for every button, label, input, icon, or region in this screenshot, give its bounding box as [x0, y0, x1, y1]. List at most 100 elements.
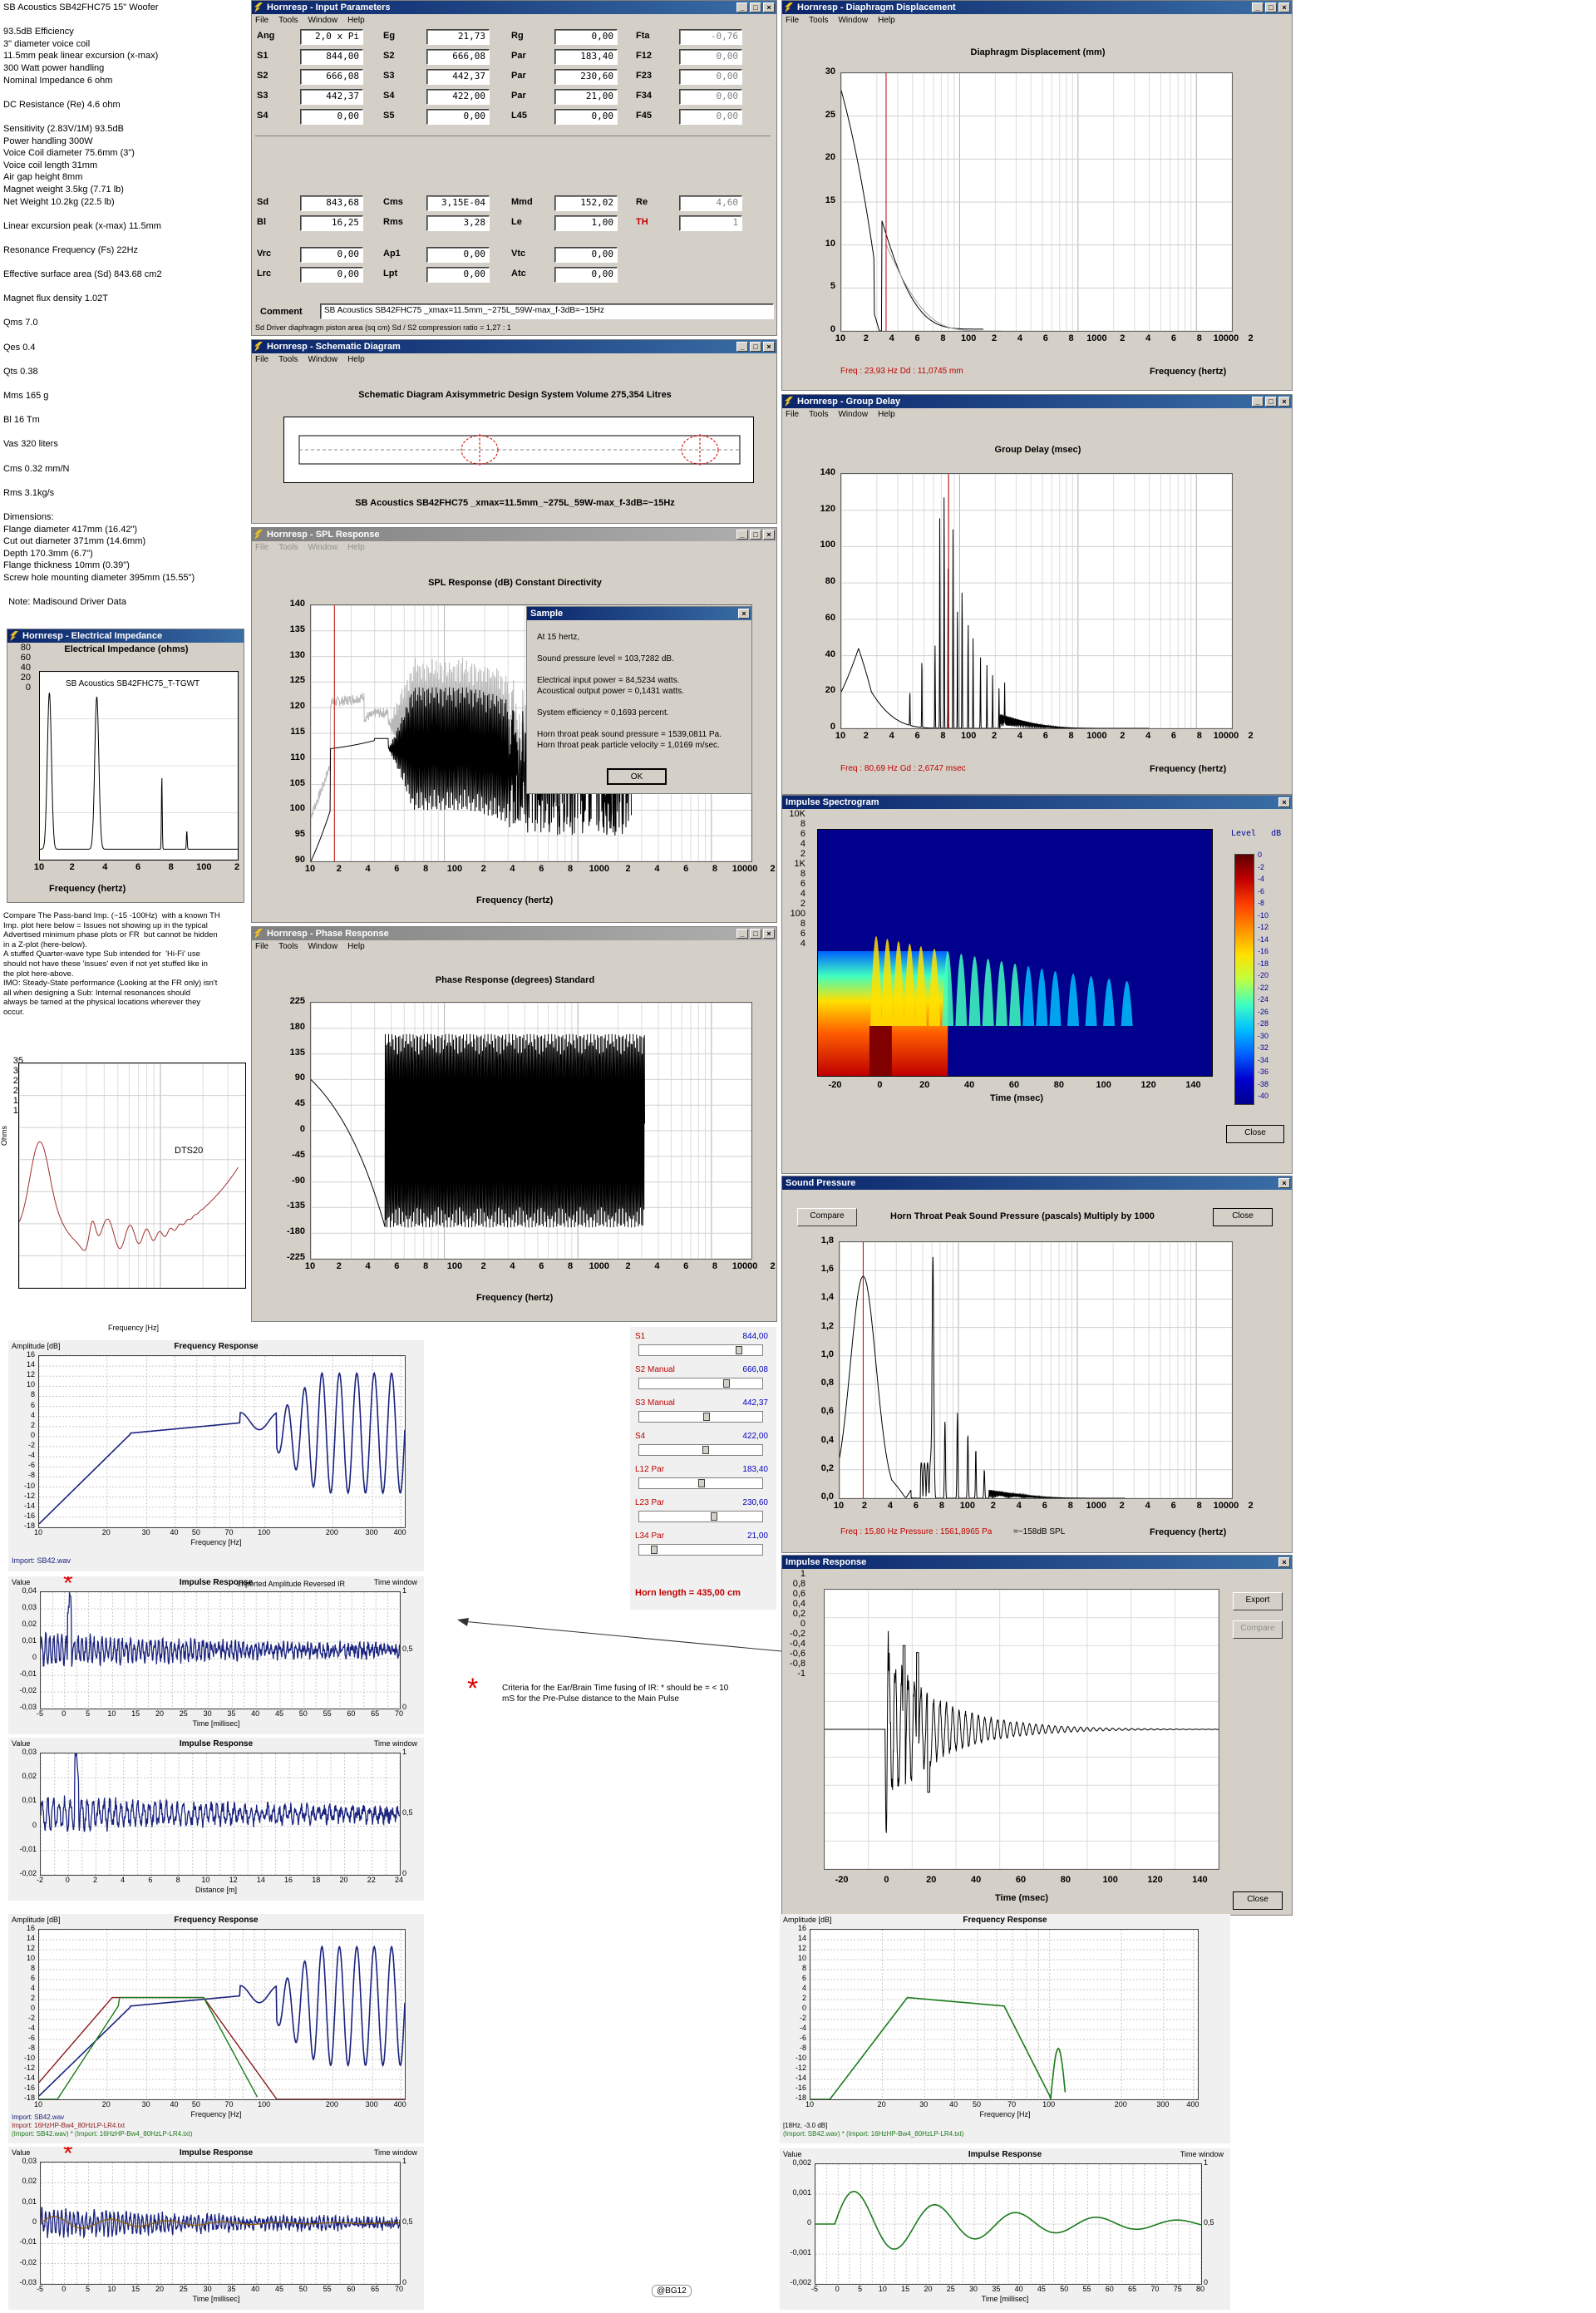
param-field-s4[interactable]: 0,00 [300, 109, 363, 125]
param-field-s1[interactable]: 844,00 [300, 49, 363, 65]
param-field-par[interactable]: 21,00 [554, 89, 618, 105]
maximize-button[interactable]: □ [1265, 397, 1277, 407]
maximize-button[interactable]: □ [750, 342, 761, 352]
slider-thumb[interactable] [651, 1546, 658, 1554]
window-title-bar[interactable]: Hornresp - Group Delay _ □ × [782, 395, 1292, 408]
menu-file[interactable]: File [786, 408, 799, 422]
menu-help[interactable]: Help [878, 408, 895, 422]
menu-tools[interactable]: Tools [809, 408, 828, 422]
diaphragm-displacement-window[interactable]: Hornresp - Diaphragm Displacement _ □ × Fi… [781, 0, 1293, 391]
slider-thumb[interactable] [736, 1346, 742, 1354]
menu-help[interactable]: Help [347, 541, 365, 555]
slider-track[interactable] [638, 1444, 763, 1456]
spl-response-window[interactable]: Hornresp - SPL Response _ □ × File Tools Win… [251, 527, 777, 923]
param-field-lpt[interactable]: 0,00 [426, 267, 490, 283]
slider-track[interactable] [638, 1544, 763, 1556]
menu-tools[interactable]: Tools [278, 541, 298, 555]
param-field-sd[interactable]: 843,68 [300, 195, 363, 211]
param-field-bl[interactable]: 16,25 [300, 215, 363, 231]
param-field-s2[interactable]: 666,08 [426, 49, 490, 65]
close-button[interactable]: × [1278, 797, 1290, 807]
menu-help[interactable]: Help [878, 14, 895, 27]
maximize-button[interactable]: □ [1265, 2, 1277, 12]
window-title-bar[interactable]: Hornresp - Diaphragm Displacement _ □ × [782, 1, 1292, 14]
slider-track[interactable] [638, 1411, 763, 1423]
slider-thumb[interactable] [698, 1479, 705, 1487]
menu-help[interactable]: Help [347, 940, 365, 954]
menu-file[interactable]: File [786, 14, 799, 27]
phase-response-window[interactable]: Hornresp - Phase Response _ □ × File Tools W… [251, 926, 777, 1322]
menu-window[interactable]: Window [308, 353, 337, 367]
param-field-par[interactable]: 183,40 [554, 49, 618, 65]
close-button[interactable]: × [1278, 1557, 1290, 1567]
menu-tools[interactable]: Tools [278, 14, 298, 27]
param-field-mmd[interactable]: 152,02 [554, 195, 618, 211]
menu-file[interactable]: File [255, 14, 268, 27]
impulse-response-window[interactable]: Impulse Response × 1 0,8 0,6 0,4 0,2 0 -0,2 -0,… [781, 1555, 1293, 1916]
window-title-bar[interactable]: Impulse Spectrogram × [782, 796, 1292, 809]
window-title-bar[interactable]: Sound Pressure × [782, 1176, 1292, 1190]
sample-dialog[interactable]: Sample × At 15 hertz, Sound pressure lev… [526, 606, 752, 794]
sound-pressure-window[interactable]: Sound Pressure × Compare Horn Throat Pea… [781, 1176, 1293, 1553]
close-button[interactable]: × [1278, 397, 1290, 407]
group-delay-window[interactable]: Hornresp - Group Delay _ □ × File Tools Wind… [781, 394, 1293, 795]
window-title-bar[interactable]: Hornresp - SPL Response _ □ × [252, 528, 776, 541]
minimize-button[interactable]: _ [1252, 397, 1264, 407]
slider-track[interactable] [638, 1511, 763, 1522]
param-field-f12[interactable]: 0,00 [679, 49, 742, 65]
close-button[interactable]: × [763, 929, 775, 939]
close-button[interactable]: Close [1233, 1891, 1283, 1910]
slider-thumb[interactable] [702, 1446, 709, 1454]
menu-window[interactable]: Window [838, 14, 868, 27]
input-parameters-window[interactable]: Hornresp - Input Parameters _ □ × File Tool… [251, 0, 777, 336]
param-field-par[interactable]: 230,60 [554, 69, 618, 85]
window-title-bar[interactable]: Hornresp - Phase Response _ □ × [252, 927, 776, 940]
menu-help[interactable]: Help [347, 14, 365, 27]
param-field-s3[interactable]: 442,37 [300, 89, 363, 105]
param-field-re[interactable]: 4,60 [679, 195, 742, 211]
param-field-le[interactable]: 1,00 [554, 215, 618, 231]
param-field-ap1[interactable]: 0,00 [426, 247, 490, 263]
ok-button[interactable]: OK [607, 768, 667, 785]
maximize-button[interactable]: □ [750, 2, 761, 12]
param-field-rms[interactable]: 3,28 [426, 215, 490, 231]
minimize-button[interactable]: _ [736, 2, 748, 12]
menu-file[interactable]: File [255, 353, 268, 367]
param-field-eg[interactable]: 21,73 [426, 29, 490, 45]
schematic-diagram-window[interactable]: Hornresp - Schematic Diagram _ □ × File Too… [251, 339, 777, 524]
maximize-button[interactable]: □ [750, 929, 761, 939]
param-field-cms[interactable]: 3,15E-04 [426, 195, 490, 211]
window-title-bar[interactable]: Impulse Response × [782, 1556, 1292, 1569]
compare-button[interactable]: Compare [797, 1208, 857, 1226]
window-title-bar[interactable]: Hornresp - Electrical Impedance [7, 629, 244, 643]
close-button[interactable]: Close [1226, 1125, 1284, 1143]
impulse-spectrogram-window[interactable]: Impulse Spectrogram × 10K 8 6 4 2 1K 8 6 4 2 100 8 6… [781, 795, 1293, 1174]
param-field-s3[interactable]: 442,37 [426, 69, 490, 85]
menu-file[interactable]: File [255, 940, 268, 954]
menu-window[interactable]: Window [308, 14, 337, 27]
maximize-button[interactable]: □ [750, 530, 761, 540]
close-button[interactable]: × [1278, 2, 1290, 12]
close-button[interactable]: × [763, 342, 775, 352]
menu-file[interactable]: File [255, 541, 268, 555]
param-field-ang[interactable]: 2,0 x Pi [300, 29, 363, 45]
param-field-f45[interactable]: 0,00 [679, 109, 742, 125]
slider-track[interactable] [638, 1477, 763, 1489]
slider-track[interactable] [638, 1378, 763, 1389]
menu-window[interactable]: Window [838, 408, 868, 422]
close-button[interactable]: × [763, 530, 775, 540]
slider-thumb[interactable] [711, 1512, 717, 1521]
param-field-fta[interactable]: -0,76 [679, 29, 742, 45]
param-field-f23[interactable]: 0,00 [679, 69, 742, 85]
param-field-lrc[interactable]: 0,00 [300, 267, 363, 283]
param-field-s2[interactable]: 666,08 [300, 69, 363, 85]
export-button[interactable]: Export [1233, 1592, 1283, 1610]
close-button[interactable]: × [763, 2, 775, 12]
param-field-vrc[interactable]: 0,00 [300, 247, 363, 263]
minimize-button[interactable]: _ [736, 530, 748, 540]
menu-help[interactable]: Help [347, 353, 365, 367]
menu-tools[interactable]: Tools [809, 14, 828, 27]
menu-tools[interactable]: Tools [278, 940, 298, 954]
dialog-close-button[interactable]: × [738, 609, 750, 619]
window-title-bar[interactable]: Hornresp - Schematic Diagram _ □ × [252, 340, 776, 353]
